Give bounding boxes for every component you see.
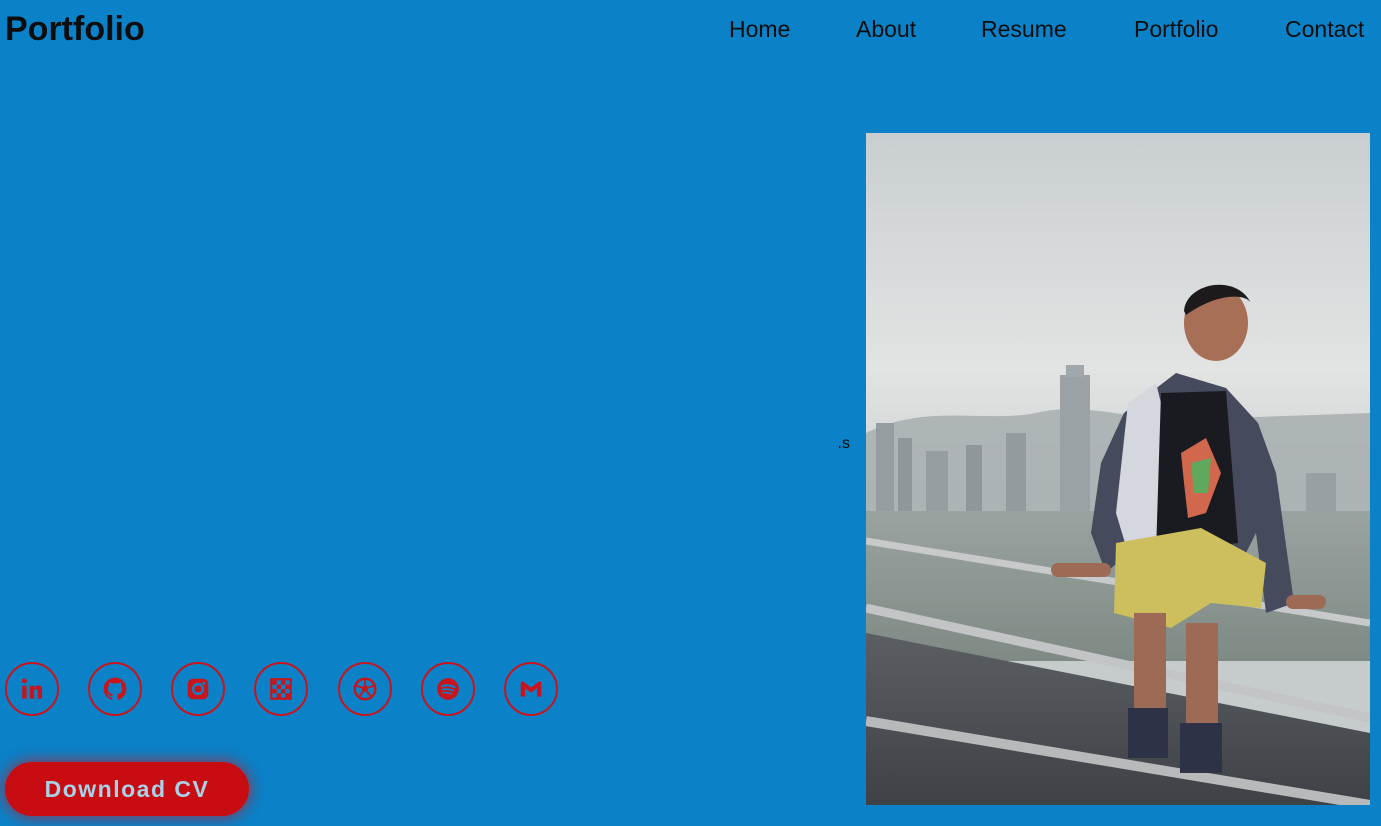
github-icon — [103, 677, 127, 700]
profile-photo — [866, 133, 1370, 805]
gmail-link[interactable] — [504, 662, 558, 716]
chess-link[interactable] — [254, 662, 308, 716]
nav-about[interactable]: About — [856, 15, 916, 43]
github-link[interactable] — [88, 662, 142, 716]
site-logo[interactable]: Portfolio — [5, 9, 145, 49]
spotify-link[interactable] — [421, 662, 475, 716]
instagram-icon — [187, 678, 209, 700]
linkedin-link[interactable] — [5, 662, 59, 716]
nav-portfolio[interactable]: Portfolio — [1134, 15, 1218, 43]
nav-home[interactable]: Home — [729, 15, 790, 43]
gmail-icon — [520, 681, 542, 697]
download-cv-button[interactable]: Download CV — [5, 762, 249, 816]
instagram-link[interactable] — [171, 662, 225, 716]
soccer-link[interactable] — [338, 662, 392, 716]
hero-text-fragment: s. — [838, 435, 850, 452]
nav-resume[interactable]: Resume — [981, 15, 1067, 43]
soccer-ball-icon — [353, 677, 377, 701]
spotify-icon — [437, 678, 459, 700]
linkedin-icon — [21, 678, 42, 699]
nav-contact[interactable]: Contact — [1285, 15, 1364, 43]
chess-icon — [270, 678, 292, 700]
